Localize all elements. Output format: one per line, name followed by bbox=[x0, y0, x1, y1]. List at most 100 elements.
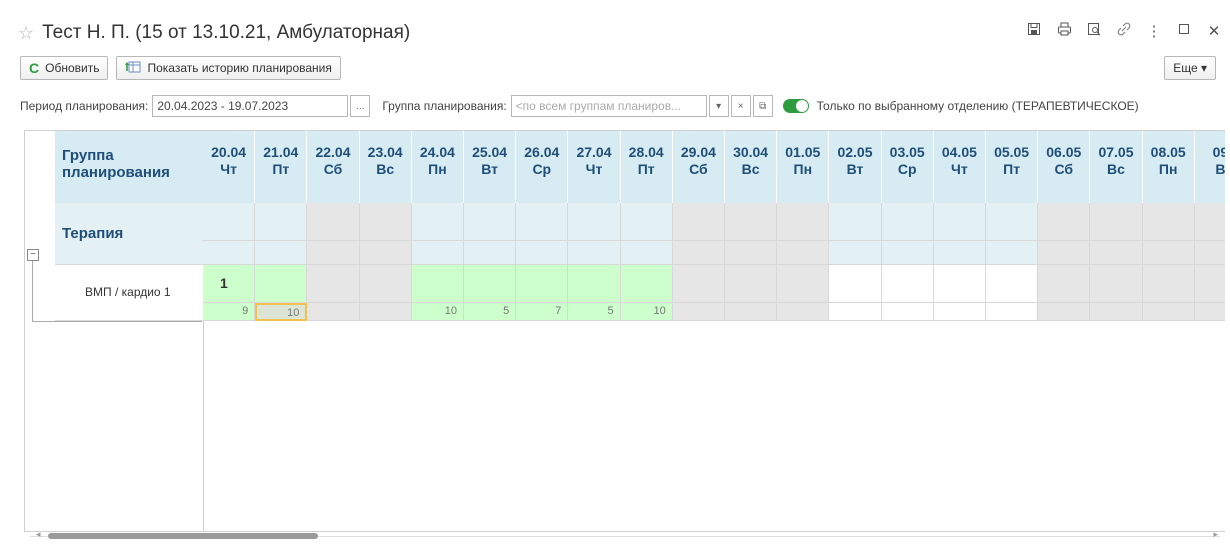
section-cell bbox=[255, 203, 308, 241]
scroll-thumb[interactable] bbox=[48, 533, 318, 539]
day-header: 01.05 Пн bbox=[777, 131, 830, 203]
day-date: 09 bbox=[1212, 144, 1225, 160]
group-field[interactable]: <по всем группам планиров... bbox=[510, 95, 707, 117]
section-cell bbox=[777, 203, 830, 241]
section-cell bbox=[672, 203, 725, 241]
plan-count-cell[interactable] bbox=[672, 265, 725, 303]
maximize-icon[interactable] bbox=[1176, 22, 1192, 40]
plan-value-cell[interactable] bbox=[1090, 303, 1143, 321]
section-cell bbox=[411, 203, 464, 241]
plan-count-cell[interactable] bbox=[620, 265, 673, 303]
plan-value-cell[interactable]: 10 bbox=[255, 303, 308, 321]
plan-count-cell[interactable] bbox=[986, 265, 1039, 303]
plan-count-cell[interactable] bbox=[255, 265, 308, 303]
show-history-button[interactable]: Показать историю планирования bbox=[116, 56, 341, 80]
group-dropdown-button[interactable]: ▾ bbox=[708, 95, 729, 117]
day-of-week: Сб bbox=[323, 161, 343, 177]
day-date: 26.04 bbox=[524, 144, 560, 160]
close-icon[interactable]: ✕ bbox=[1206, 22, 1222, 40]
day-of-week: Чт bbox=[220, 161, 237, 177]
section-cell bbox=[203, 203, 256, 241]
link-icon[interactable] bbox=[1116, 22, 1132, 40]
plan-value-cell[interactable]: 5 bbox=[464, 303, 517, 321]
save-icon[interactable] bbox=[1026, 22, 1042, 40]
window-controls: ⋮ ✕ bbox=[1026, 22, 1222, 40]
section-cell bbox=[1090, 241, 1143, 265]
section-cell bbox=[1194, 203, 1225, 241]
plan-value-cell[interactable] bbox=[986, 303, 1039, 321]
plan-value-cell[interactable] bbox=[777, 303, 830, 321]
section-cell bbox=[725, 203, 778, 241]
plan-count-cell[interactable] bbox=[933, 265, 986, 303]
window-title: Тест Н. П. (15 от 13.10.21, Амбулаторная… bbox=[42, 22, 411, 43]
period-select-button[interactable]: ... bbox=[350, 95, 371, 117]
print-icon[interactable] bbox=[1056, 22, 1072, 40]
section-cell bbox=[986, 203, 1039, 241]
section-cell bbox=[829, 241, 882, 265]
plan-value-cell[interactable] bbox=[307, 303, 360, 321]
plan-count-cell[interactable] bbox=[829, 265, 882, 303]
section-cell bbox=[1194, 241, 1225, 265]
plan-value-cell[interactable]: 10 bbox=[620, 303, 673, 321]
plan-count-cell[interactable] bbox=[725, 265, 778, 303]
day-of-week: В bbox=[1215, 161, 1225, 177]
plan-value-cell[interactable]: 7 bbox=[516, 303, 569, 321]
section-cell bbox=[620, 241, 673, 265]
section-cell bbox=[1038, 203, 1091, 241]
toolbar: C Обновить Показать историю планирования bbox=[20, 56, 341, 80]
plan-value-cell[interactable]: 5 bbox=[568, 303, 621, 321]
refresh-button[interactable]: C Обновить bbox=[20, 56, 109, 80]
day-header: 04.05 Чт bbox=[933, 131, 986, 203]
plan-value-cell[interactable] bbox=[1142, 303, 1195, 321]
plan-value-cell[interactable]: 9 bbox=[203, 303, 256, 321]
group-clear-button[interactable]: × bbox=[730, 95, 751, 117]
plan-value-cell[interactable] bbox=[933, 303, 986, 321]
day-date: 20.04 bbox=[211, 144, 247, 160]
plan-count-cell[interactable] bbox=[568, 265, 621, 303]
plan-value-cell[interactable] bbox=[672, 303, 725, 321]
scroll-left-icon[interactable]: ◂ bbox=[36, 529, 41, 540]
group-header-line1: Группа bbox=[62, 147, 114, 164]
group-label: Группа планирования: bbox=[382, 99, 507, 113]
plan-count-cell[interactable]: 1 bbox=[203, 265, 256, 303]
plan-count-cell[interactable] bbox=[464, 265, 517, 303]
plan-count-cell[interactable] bbox=[1090, 265, 1143, 303]
collapse-icon[interactable]: − bbox=[27, 249, 39, 261]
section-cell bbox=[359, 203, 412, 241]
plan-count-cell[interactable] bbox=[777, 265, 830, 303]
plan-count-cell[interactable] bbox=[1142, 265, 1195, 303]
plan-count-cell[interactable] bbox=[1038, 265, 1091, 303]
plan-value-cell[interactable] bbox=[829, 303, 882, 321]
plan-count-cell[interactable] bbox=[359, 265, 412, 303]
day-of-week: Ср bbox=[532, 161, 552, 177]
plan-value-cell[interactable] bbox=[1194, 303, 1225, 321]
plan-count-cell[interactable] bbox=[411, 265, 464, 303]
history-label: Показать историю планирования bbox=[147, 61, 332, 75]
plan-count-cell[interactable] bbox=[516, 265, 569, 303]
preview-icon[interactable] bbox=[1086, 22, 1102, 40]
day-date: 27.04 bbox=[576, 144, 612, 160]
group-open-button[interactable]: ⧉ bbox=[752, 95, 773, 117]
plan-count-cell[interactable] bbox=[881, 265, 934, 303]
horizontal-scrollbar[interactable]: ◂ ▸ bbox=[30, 529, 1220, 541]
plan-value-cell[interactable] bbox=[725, 303, 778, 321]
plan-value-cell[interactable] bbox=[881, 303, 934, 321]
plan-count-cell[interactable] bbox=[307, 265, 360, 303]
section-cell bbox=[1142, 241, 1195, 265]
period-field[interactable]: 20.04.2023 - 19.07.2023 bbox=[152, 95, 349, 117]
more-vert-icon[interactable]: ⋮ bbox=[1146, 22, 1162, 40]
day-of-week: Пн bbox=[428, 161, 447, 177]
plan-value-cell[interactable]: 10 bbox=[411, 303, 464, 321]
section-cell bbox=[516, 241, 569, 265]
scroll-right-icon[interactable]: ▸ bbox=[1213, 529, 1218, 540]
plan-value-cell[interactable] bbox=[1038, 303, 1091, 321]
plan-value-cell[interactable] bbox=[359, 303, 412, 321]
refresh-icon: C bbox=[29, 60, 40, 76]
day-date: 29.04 bbox=[680, 144, 716, 160]
plan-count-cell[interactable] bbox=[1194, 265, 1225, 303]
section-cell bbox=[881, 241, 934, 265]
star-icon[interactable]: ☆ bbox=[18, 23, 34, 44]
department-toggle[interactable] bbox=[782, 99, 809, 113]
more-button[interactable]: Еще ▾ bbox=[1164, 56, 1216, 80]
row-label[interactable]: ВМП / кардио 1 bbox=[55, 265, 203, 321]
